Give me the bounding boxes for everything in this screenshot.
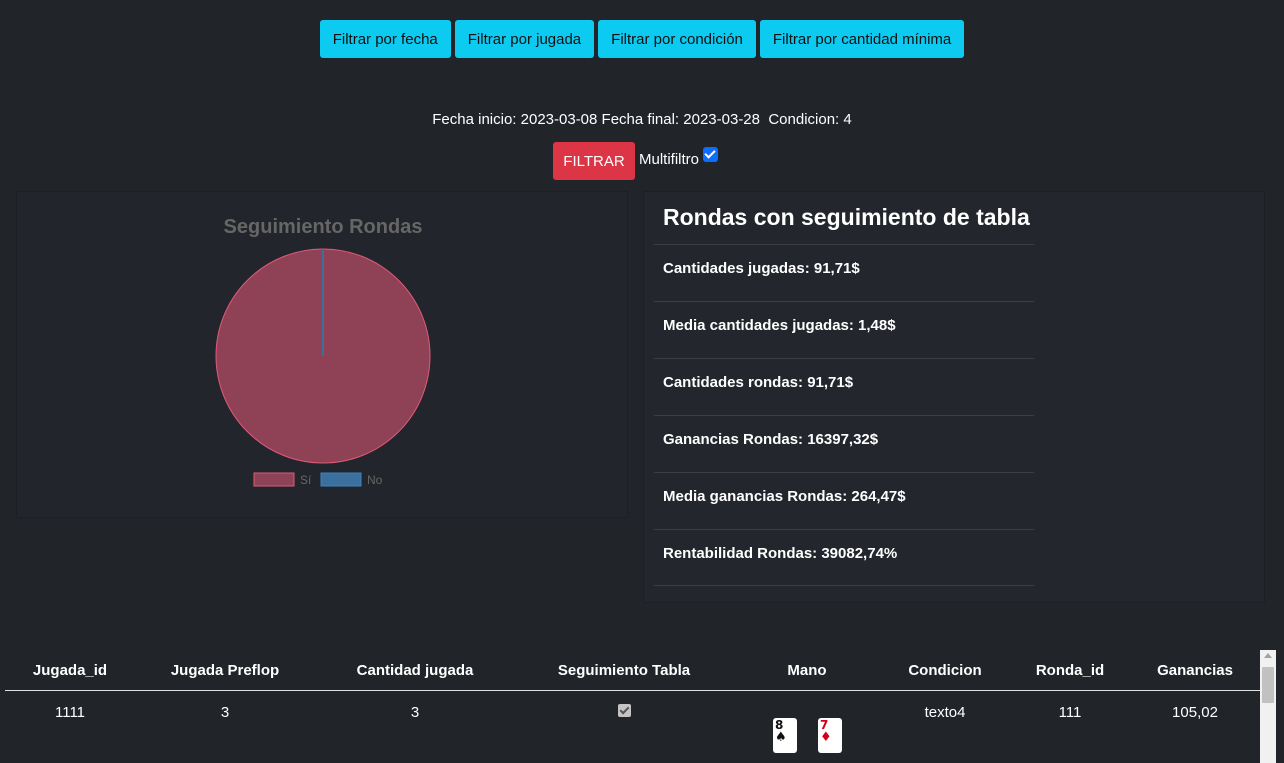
col-ganancias[interactable]: Ganancias — [1131, 662, 1259, 679]
cell-condicion: texto4 — [924, 704, 966, 721]
end-date-value: 2023-03-28 — [683, 111, 760, 128]
stat-media-ganancias-rondas: Media ganancias Rondas: 264,47$ — [654, 472, 1034, 529]
start-date-value: 2023-03-08 — [520, 111, 598, 128]
card-7-diamonds: 7 ♦ — [818, 718, 842, 753]
pie-slices — [215, 248, 431, 464]
cell-jugada-id: 1111 — [54, 704, 86, 721]
stat-cantidades-rondas: Cantidades rondas: 91,71$ — [654, 358, 1034, 415]
cell-cantidad-jugada: 3 — [410, 704, 420, 721]
legend-swatch-si[interactable] — [253, 472, 295, 487]
cell-ronda-id: 111 — [1058, 704, 1082, 721]
stat-ganancias-rondas: Ganancias Rondas: 16397,32$ — [654, 415, 1034, 472]
col-ronda-id[interactable]: Ronda_id — [1009, 662, 1131, 679]
stat-media-cantidades-jugadas: Media cantidades jugadas: 1,48$ — [654, 301, 1034, 358]
start-date-label: Fecha inicio: — [432, 111, 517, 128]
cell-ganancias: 105,02 — [1172, 704, 1218, 721]
col-jugada-id[interactable]: Jugada_id — [5, 662, 135, 679]
legend-swatch-no[interactable] — [320, 472, 362, 487]
filtrar-button[interactable]: FILTRAR — [553, 142, 635, 180]
filter-by-condition-button[interactable]: Filtrar por condición — [598, 20, 756, 58]
chart-legend: Sí No — [253, 472, 383, 487]
cell-seguimiento-checkbox — [618, 704, 631, 717]
vertical-scrollbar[interactable] — [1260, 650, 1276, 763]
scroll-up-icon[interactable] — [1264, 653, 1272, 658]
col-mano[interactable]: Mano — [733, 662, 881, 679]
filter-by-play-button[interactable]: Filtrar por jugada — [454, 20, 595, 58]
multifilter-checkbox[interactable] — [703, 147, 719, 162]
stats-title: Rondas con seguimiento de tabla — [663, 204, 1030, 230]
col-jugada-preflop[interactable]: Jugada Preflop — [135, 662, 315, 679]
stats-panel: Rondas con seguimiento de tabla Cantidad… — [643, 191, 1265, 603]
col-cantidad-jugada[interactable]: Cantidad jugada — [315, 662, 515, 679]
col-condicion[interactable]: Condicion — [881, 662, 1009, 679]
diamond-icon: ♦ — [820, 730, 832, 745]
pie-chart: Seguimiento Rondas Sí No — [215, 216, 431, 487]
plays-table: Jugada_id Jugada Preflop Cantidad jugada… — [0, 650, 1284, 763]
filter-action-row: FILTRAR Multifiltro — [553, 142, 719, 180]
end-date-label: Fecha final: — [601, 111, 680, 128]
table-header: Jugada_id Jugada Preflop Cantidad jugada… — [5, 650, 1260, 691]
card-8-spades: 8 ♠ — [773, 718, 797, 753]
multifilter-label: Multifiltro — [639, 151, 700, 168]
stat-rentabilidad-rondas: Rentabilidad Rondas: 39082,74% — [654, 529, 1034, 586]
condition-value: 4 — [843, 111, 852, 128]
chart-panel: Seguimiento Rondas Sí No — [16, 191, 628, 518]
filter-by-date-button[interactable]: Filtrar por fecha — [319, 20, 451, 58]
filter-criteria: Fecha inicio: 2023-03-08 Fecha final: 20… — [0, 111, 1284, 128]
stats-list: Cantidades jugadas: 91,71$ Media cantida… — [654, 244, 1034, 586]
filter-toolbar: Filtrar por fecha Filtrar por jugada Fil… — [0, 20, 1284, 58]
legend-label-si[interactable]: Sí — [300, 473, 312, 487]
spade-icon: ♠ — [775, 730, 787, 745]
cell-jugada-preflop: 3 — [220, 704, 230, 721]
condition-label: Condicion: — [768, 111, 840, 128]
stat-cantidades-jugadas: Cantidades jugadas: 91,71$ — [654, 244, 1034, 301]
scrollbar-thumb[interactable] — [1262, 667, 1274, 703]
col-seguimiento-tabla[interactable]: Seguimiento Tabla — [515, 662, 733, 679]
chart-title: Seguimiento Rondas — [224, 216, 423, 238]
legend-label-no[interactable]: No — [367, 473, 383, 487]
filter-by-min-amount-button[interactable]: Filtrar por cantidad mínima — [759, 20, 965, 58]
